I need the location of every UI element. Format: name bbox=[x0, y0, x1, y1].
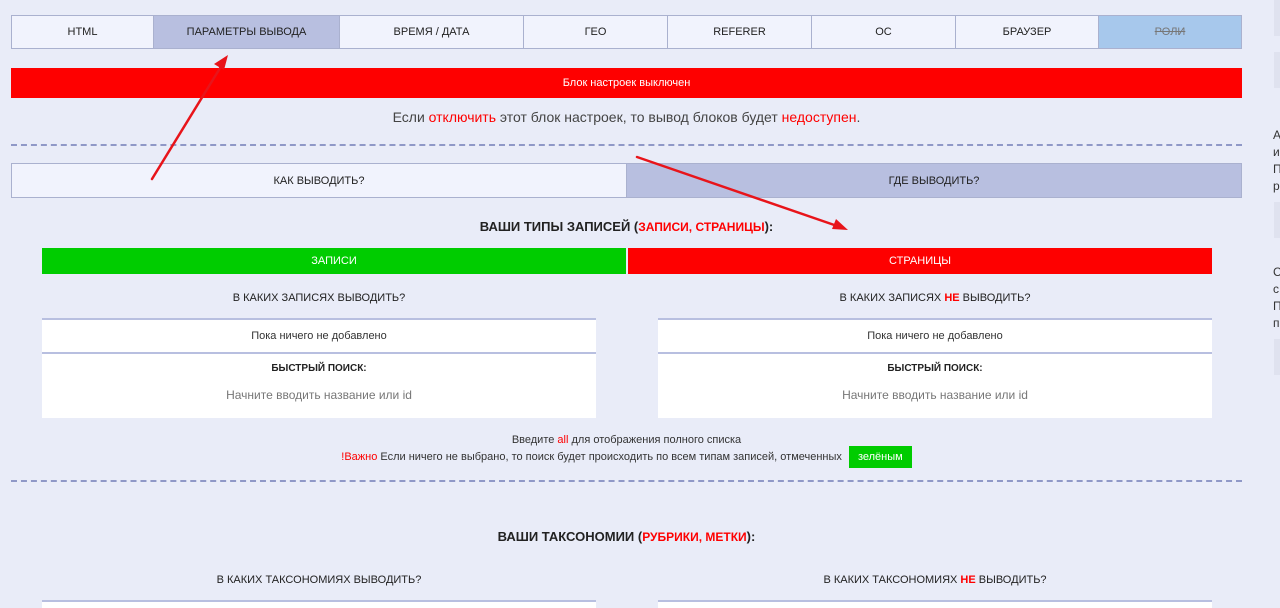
include-posts-heading: В КАКИХ ЗАПИСЯХ ВЫВОДИТЬ? bbox=[232, 292, 406, 304]
exclude-empty-text: Пока ничего не добавлено bbox=[867, 330, 1003, 342]
exclude-selected-list: Пока ничего не добавлено bbox=[658, 318, 1212, 352]
side-panel-char-2: и bbox=[1273, 145, 1280, 159]
tab-time-date[interactable]: ВРЕМЯ / ДАТА bbox=[340, 16, 524, 48]
tab-geo[interactable]: ГЕО bbox=[524, 16, 668, 48]
taxonomies-title-prefix: ВАШИ ТАКСОНОМИИ ( bbox=[497, 529, 643, 544]
section-divider bbox=[11, 144, 1242, 146]
side-panel-block-3 bbox=[1274, 202, 1280, 238]
mode-tabs: КАК ВЫВОДИТЬ? ГДЕ ВЫВОДИТЬ? bbox=[11, 163, 1242, 198]
warning-word-unavailable: недоступен bbox=[781, 109, 857, 125]
side-panel-char-1: А bbox=[1273, 128, 1280, 142]
post-type-posts-button[interactable]: ЗАПИСИ bbox=[42, 248, 626, 274]
side-panel-block-2 bbox=[1274, 52, 1280, 88]
exclude-heading-post: ВЫВОДИТЬ? bbox=[959, 292, 1031, 304]
include-search-input[interactable] bbox=[42, 388, 596, 402]
tab-browser[interactable]: БРАУЗЕР bbox=[956, 16, 1099, 48]
hint-line1-post: для отображения полного списка bbox=[568, 434, 742, 446]
exclude-quick-search-label: БЫСТРЫЙ ПОИСК: bbox=[887, 363, 983, 374]
settings-disabled-text: Блок настроек выключен bbox=[562, 77, 691, 89]
side-panel-char-5: С bbox=[1273, 265, 1280, 279]
side-panel-char-8: п bbox=[1273, 316, 1280, 330]
tax-exclude-heading-post: ВЫВОДИТЬ? bbox=[975, 574, 1047, 586]
settings-disabled-bar[interactable]: Блок настроек выключен bbox=[11, 68, 1242, 98]
warning-text-2: этот блок настроек, то вывод блоков буде… bbox=[496, 109, 782, 125]
warning-word-disable: отключить bbox=[428, 109, 497, 125]
tax-exclude-heading-pre: В КАКИХ ТАКСОНОМИЯХ bbox=[823, 574, 961, 586]
warning-text-1: Если bbox=[392, 109, 429, 125]
side-panel-edge: А и П р С с П п bbox=[1265, 0, 1280, 608]
side-panel-block-1 bbox=[1274, 0, 1280, 36]
disable-warning: Если отключить этот блок настроек, то вы… bbox=[11, 109, 1242, 125]
section-divider-2 bbox=[11, 480, 1242, 482]
tab-referer[interactable]: REFERER bbox=[668, 16, 812, 48]
include-empty-text: Пока ничего не добавлено bbox=[251, 330, 387, 342]
tab-output-params[interactable]: ПАРАМЕТРЫ ВЫВОДА bbox=[154, 16, 340, 48]
include-taxonomies-heading: В КАКИХ ТАКСОНОМИЯХ ВЫВОДИТЬ? bbox=[216, 574, 422, 586]
hint-all-keyword: all bbox=[557, 434, 569, 446]
hint-all-line: Введите all для отображения полного спис… bbox=[11, 434, 1242, 446]
post-types-title-prefix: ВАШИ ТИПЫ ЗАПИСЕЙ ( bbox=[479, 219, 639, 234]
tab-os[interactable]: ОС bbox=[812, 16, 956, 48]
side-panel-char-3: П bbox=[1273, 162, 1280, 176]
include-selected-list: Пока ничего не добавлено bbox=[42, 318, 596, 352]
tab-html[interactable]: HTML bbox=[12, 16, 154, 48]
exclude-quick-search: БЫСТРЫЙ ПОИСК: bbox=[658, 352, 1212, 418]
green-chip: зелёным bbox=[848, 446, 912, 468]
warning-text-3: . bbox=[856, 109, 861, 125]
post-type-pages-button[interactable]: СТРАНИЦЫ bbox=[628, 248, 1212, 274]
include-taxonomies-list bbox=[42, 600, 596, 608]
exclude-heading-pre: В КАКИХ ЗАПИСЯХ bbox=[839, 292, 945, 304]
tab-where-to-output[interactable]: ГДЕ ВЫВОДИТЬ? bbox=[627, 164, 1241, 197]
side-panel-block-4 bbox=[1274, 339, 1280, 375]
side-panel-char-7: П bbox=[1273, 299, 1280, 313]
tax-exclude-heading-not: НЕ bbox=[960, 574, 976, 586]
taxonomies-title: ВАШИ ТАКСОНОМИИ (РУБРИКИ, МЕТКИ): bbox=[11, 529, 1242, 544]
include-quick-search: БЫСТРЫЙ ПОИСК: bbox=[42, 352, 596, 418]
side-panel-char-6: с bbox=[1273, 282, 1279, 296]
post-types-title-suffix: ): bbox=[764, 219, 774, 234]
exclude-taxonomies-list bbox=[658, 600, 1212, 608]
tab-how-to-output[interactable]: КАК ВЫВОДИТЬ? bbox=[12, 164, 627, 197]
include-quick-search-label: БЫСТРЫЙ ПОИСК: bbox=[271, 363, 367, 374]
exclude-heading-not: НЕ bbox=[944, 292, 960, 304]
tab-roles[interactable]: РОЛИ bbox=[1099, 16, 1241, 48]
settings-tabs: HTML ПАРАМЕТРЫ ВЫВОДА ВРЕМЯ / ДАТА ГЕО R… bbox=[11, 15, 1242, 49]
exclude-taxonomies-heading: В КАКИХ ТАКСОНОМИЯХ НЕ ВЫВОДИТЬ? bbox=[658, 574, 1212, 586]
post-types-title: ВАШИ ТИПЫ ЗАПИСЕЙ (ЗАПИСИ, СТРАНИЦЫ): bbox=[11, 219, 1242, 234]
important-label: !Важно bbox=[341, 450, 378, 463]
taxonomies-title-suffix: ): bbox=[746, 529, 756, 544]
hint-line1-pre: Введите bbox=[511, 434, 558, 446]
hint-important-line: !Важно Если ничего не выбрано, то поиск … bbox=[11, 446, 1242, 468]
side-panel-char-4: р bbox=[1273, 179, 1280, 193]
exclude-posts-heading: В КАКИХ ЗАПИСЯХ НЕ ВЫВОДИТЬ? bbox=[658, 292, 1212, 304]
taxonomies-title-list: РУБРИКИ, МЕТКИ bbox=[642, 530, 747, 544]
post-types-title-list: ЗАПИСИ, СТРАНИЦЫ bbox=[638, 220, 765, 234]
important-text: Если ничего не выбрано, то поиск будет п… bbox=[377, 450, 845, 463]
exclude-search-input[interactable] bbox=[658, 388, 1212, 402]
